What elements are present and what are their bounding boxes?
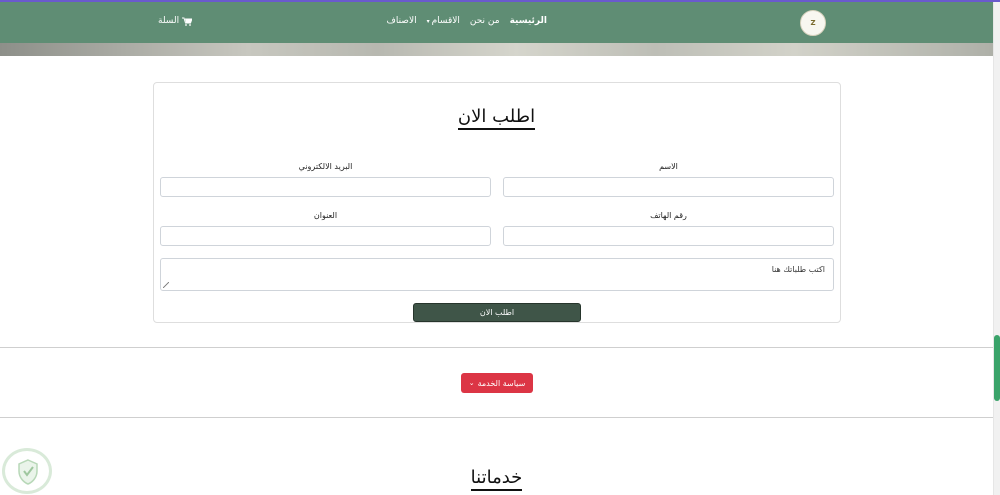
service-policy-label: سياسة الخدمة xyxy=(477,378,526,388)
phone-label: رقم الهاتف xyxy=(650,211,687,220)
logo-text: Z xyxy=(810,19,816,27)
nav-links: الرئيسية من نحن الاقسام▾ الاصناف xyxy=(387,16,547,26)
nav-link-categories[interactable]: الاقسام▾ xyxy=(427,16,460,26)
service-policy-button[interactable]: سياسة الخدمة ⌄ xyxy=(461,373,533,393)
submit-order-button[interactable]: اطلب الان xyxy=(413,303,581,322)
navbar: Z الرئيسية من نحن الاقسام▾ الاصناف السلة xyxy=(0,2,993,43)
address-label: العنوان xyxy=(313,211,338,220)
message-textarea[interactable]: اكتب طلباتك هنا xyxy=(160,258,834,291)
phone-input[interactable] xyxy=(503,226,834,246)
chevron-down-icon: ⌄ xyxy=(468,379,475,387)
security-badge[interactable] xyxy=(2,448,52,494)
scrollbar-thumb[interactable] xyxy=(994,335,1000,401)
name-label: الاسم xyxy=(659,162,678,171)
email-label: البريد الالكتروني xyxy=(298,162,353,171)
hero-image-strip xyxy=(0,43,993,56)
address-input[interactable] xyxy=(160,226,491,246)
nav-link-home[interactable]: الرئيسية xyxy=(510,16,547,26)
form-title: اطلب الان xyxy=(0,106,993,130)
message-placeholder: اكتب طلباتك هنا xyxy=(771,265,825,274)
cart-label: السلة xyxy=(158,16,180,26)
cart-link[interactable]: السلة xyxy=(158,16,193,26)
chevron-down-icon: ▾ xyxy=(426,18,430,25)
services-title: خدماتنا xyxy=(0,467,993,491)
section-divider-top xyxy=(0,347,993,348)
cart-icon xyxy=(182,17,193,26)
site-logo[interactable]: Z xyxy=(800,10,826,36)
page-scrollbar[interactable] xyxy=(993,2,1000,495)
shield-icon xyxy=(18,459,38,485)
page: Z الرئيسية من نحن الاقسام▾ الاصناف السلة… xyxy=(0,0,1000,495)
name-input[interactable] xyxy=(503,177,834,197)
section-divider-bottom xyxy=(0,417,993,418)
nav-link-items[interactable]: الاصناف xyxy=(387,16,417,26)
email-input[interactable] xyxy=(160,177,491,197)
nav-link-about[interactable]: من نحن xyxy=(470,16,500,26)
resize-handle-icon[interactable] xyxy=(163,282,169,288)
nav-link-categories-label: الاقسام xyxy=(431,16,460,26)
